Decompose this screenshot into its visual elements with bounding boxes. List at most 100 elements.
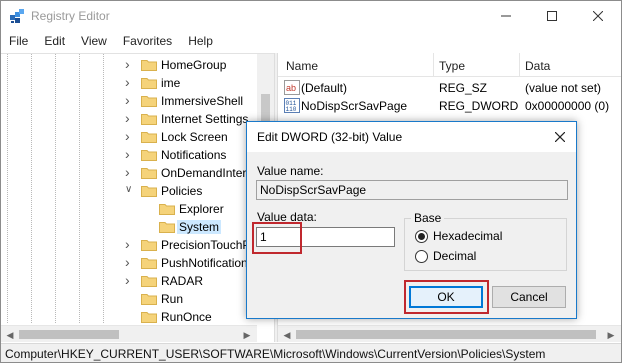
radio-decimal-indicator[interactable]: [415, 249, 428, 263]
tree-item[interactable]: › RADAR: [1, 272, 261, 290]
registry-editor-icon: [10, 9, 24, 23]
maximize-button[interactable]: [529, 1, 575, 31]
folder-icon: [141, 294, 157, 305]
svg-text:ab: ab: [286, 83, 296, 93]
chevron-right-icon[interactable]: ›: [125, 93, 135, 107]
list-hscroll-thumb[interactable]: [296, 330, 596, 339]
chevron-right-icon[interactable]: ›: [125, 273, 135, 287]
value-name-field[interactable]: NoDispScrSavPage: [256, 180, 568, 200]
value-name: (Default): [301, 81, 348, 95]
value-data-highlight: [252, 222, 302, 254]
radio-decimal-label: Decimal: [433, 249, 477, 263]
column-header-type[interactable]: Type: [439, 59, 465, 73]
radio-hexadecimal-label: Hexadecimal: [433, 229, 503, 243]
column-header-name[interactable]: Name: [286, 59, 318, 73]
folder-icon: [141, 312, 157, 323]
value-type: REG_SZ: [439, 81, 488, 95]
dialog-close-button[interactable]: [550, 127, 570, 147]
column-header-data[interactable]: Data: [525, 59, 550, 73]
tree-item[interactable]: ∨ Policies: [1, 182, 261, 200]
tree-item[interactable]: › Internet Settings: [1, 110, 261, 128]
chevron-right-icon[interactable]: ›: [125, 165, 135, 179]
scroll-right-icon[interactable]: ▶: [605, 329, 617, 341]
column-divider[interactable]: [433, 53, 434, 77]
base-groupbox: Base Hexadecimal Decimal: [404, 211, 567, 271]
close-window-button[interactable]: [575, 1, 621, 31]
tree-item-label: Run: [161, 292, 184, 306]
tree-item[interactable]: › ImmersiveShell: [1, 92, 261, 110]
tree-item[interactable]: › Notifications: [1, 146, 261, 164]
tree-item[interactable]: System: [1, 218, 261, 236]
tree-item[interactable]: › OnDemandInter: [1, 164, 261, 182]
folder-icon: [141, 96, 157, 107]
minimize-button[interactable]: [483, 1, 529, 31]
tree-item[interactable]: RunOnce: [1, 308, 261, 325]
radio-hexadecimal[interactable]: Hexadecimal: [415, 228, 502, 244]
tree-item[interactable]: Explorer: [1, 200, 261, 218]
scroll-right-icon[interactable]: ▶: [241, 329, 253, 341]
menu-help[interactable]: Help: [180, 32, 221, 52]
binary-value-icon: 011 110: [284, 98, 300, 113]
list-row[interactable]: 011 110 NoDispScrSavPage REG_DWORD 0x000…: [278, 97, 621, 115]
tree-item[interactable]: › HomeGroup: [1, 56, 261, 74]
folder-icon: [141, 168, 157, 179]
tree-item-label: Internet Settings: [161, 112, 249, 126]
close-icon: [555, 132, 565, 142]
chevron-right-icon[interactable]: ›: [125, 129, 135, 143]
tree-item-label: ime: [161, 76, 181, 90]
tree-item-label: Lock Screen: [161, 130, 228, 144]
registry-tree: › HomeGroup › ime › ImmersiveShell › Internet S…: [1, 53, 274, 325]
chevron-right-icon[interactable]: ›: [125, 237, 135, 251]
radio-decimal[interactable]: Decimal: [415, 248, 476, 264]
maximize-icon: [547, 11, 557, 21]
chevron-right-icon[interactable]: ›: [125, 75, 135, 89]
ok-button-highlight: [404, 280, 489, 314]
tree-item-label: OnDemandInter: [161, 166, 247, 180]
cancel-button[interactable]: Cancel: [492, 286, 566, 308]
list-row[interactable]: ab (Default) REG_SZ (value not set): [278, 79, 621, 97]
menu-file[interactable]: File: [1, 32, 36, 52]
tree-item[interactable]: › PushNotification: [1, 254, 261, 272]
tree-item[interactable]: Run: [1, 290, 261, 308]
chevron-right-icon[interactable]: ›: [125, 147, 135, 161]
value-name-label: Value name:: [257, 164, 324, 178]
folder-icon: [159, 204, 175, 215]
tree-item-label: System: [177, 220, 222, 234]
tree-item-label: PrecisionTouchP: [161, 238, 251, 252]
current-key-path: Computer\HKEY_CURRENT_USER\SOFTWARE\Micr…: [5, 347, 546, 361]
tree-item-label: Explorer: [179, 202, 224, 216]
value-data: (value not set): [525, 81, 602, 95]
dialog-title: Edit DWORD (32-bit) Value: [257, 130, 403, 144]
title-bar: Registry Editor: [1, 1, 621, 31]
value-type: REG_DWORD: [439, 99, 519, 113]
list-horizontal-scrollbar[interactable]: ◀ ▶: [278, 325, 621, 342]
tree-item[interactable]: › Lock Screen: [1, 128, 261, 146]
radio-hexadecimal-indicator[interactable]: [415, 229, 428, 243]
tree-hscroll-thumb[interactable]: [19, 330, 119, 339]
chevron-right-icon[interactable]: ›: [125, 255, 135, 269]
menu-favorites[interactable]: Favorites: [115, 32, 180, 52]
menu-bar: File Edit View Favorites Help: [1, 32, 621, 52]
chevron-right-icon[interactable]: ›: [125, 111, 135, 125]
menu-edit[interactable]: Edit: [36, 32, 73, 52]
chevron-down-icon[interactable]: ∨: [125, 184, 135, 196]
scroll-left-icon[interactable]: ◀: [281, 329, 293, 341]
tree-item[interactable]: › ime: [1, 74, 261, 92]
value-name: NoDispScrSavPage: [301, 99, 408, 113]
svg-text:110: 110: [286, 106, 297, 113]
tree-item-label: Policies: [161, 184, 203, 198]
folder-icon: [141, 276, 157, 287]
list-header: Name Type Data: [278, 53, 621, 77]
tree-horizontal-scrollbar[interactable]: ◀ ▶: [1, 325, 257, 342]
folder-icon: [159, 222, 175, 233]
tree-item-label: HomeGroup: [161, 58, 227, 72]
folder-icon: [141, 132, 157, 143]
menu-view[interactable]: View: [73, 32, 115, 52]
base-label: Base: [411, 211, 445, 225]
tree-item[interactable]: › PrecisionTouchP: [1, 236, 261, 254]
column-divider[interactable]: [519, 53, 520, 77]
folder-icon: [141, 240, 157, 251]
folder-icon: [141, 60, 157, 71]
chevron-right-icon[interactable]: ›: [125, 57, 135, 71]
scroll-left-icon[interactable]: ◀: [4, 329, 16, 341]
